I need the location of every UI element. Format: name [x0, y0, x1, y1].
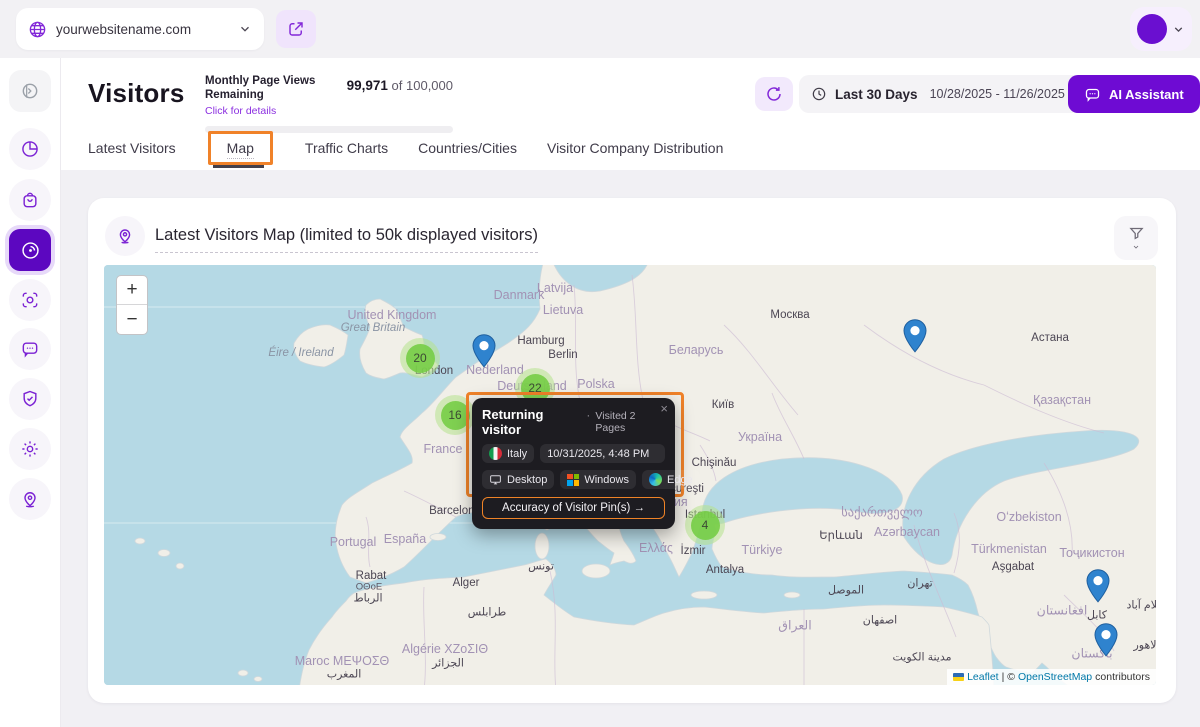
- map-zoom-control: + −: [116, 275, 148, 335]
- sidebar-item-collapse[interactable]: [9, 70, 51, 112]
- sidebar-item-visitors-active[interactable]: [5, 225, 55, 275]
- pageviews-details-link[interactable]: Click for details: [205, 105, 347, 117]
- ai-chat-icon: [1084, 86, 1101, 103]
- open-website-button[interactable]: [276, 10, 316, 48]
- visitor-pin-marker[interactable]: [1094, 623, 1118, 657]
- visitors-map[interactable]: LatvijaLietuvaDanmarkUnited KingdomGreat…: [104, 265, 1156, 685]
- globe-icon: [28, 20, 47, 39]
- popup-pages-visited: Visited 2 Pages: [595, 410, 665, 434]
- ukraine-flag-icon: [953, 673, 964, 681]
- leaflet-link[interactable]: Leaflet: [967, 671, 999, 683]
- cluster-marker[interactable]: 20: [400, 338, 440, 378]
- map-filter-button[interactable]: [1114, 216, 1158, 260]
- range-dates: 10/28/2025 - 11/26/2025: [930, 87, 1065, 101]
- tab-visitor-company-distribution[interactable]: Visitor Company Distribution: [547, 140, 723, 156]
- pageviews-value: 99,971 of 100,000: [347, 78, 453, 93]
- visitors-radar-icon: [20, 240, 41, 261]
- pageviews-label: Monthly Page Views Remaining: [205, 74, 347, 103]
- analytics-app: yourwebsitename.com: [0, 0, 1200, 727]
- accuracy-of-visitor-pins-button[interactable]: Accuracy of Visitor Pin(s) →: [482, 497, 665, 519]
- tab-map[interactable]: Map: [227, 140, 254, 159]
- chevron-down-icon: [238, 22, 252, 36]
- account-menu[interactable]: [1130, 7, 1192, 51]
- external-link-icon: [287, 20, 305, 38]
- range-label: Last 30 Days: [835, 87, 918, 102]
- map-card-title: Latest Visitors Map (limited to 50k disp…: [155, 226, 538, 253]
- popup-browser-chip: Edge: [642, 470, 700, 489]
- website-selector[interactable]: yourwebsitename.com: [16, 8, 264, 50]
- cluster-count: 4: [691, 511, 720, 540]
- sidebar-item-locations[interactable]: [9, 478, 51, 520]
- visitor-pin-marker[interactable]: [472, 334, 496, 368]
- annotation-box-popup: × Returning visitor · Visited 2 Pages It…: [466, 392, 684, 497]
- page-header: Visitors Monthly Page Views Remaining Cl…: [61, 58, 1200, 170]
- sidebar-item-chat[interactable]: [9, 328, 51, 370]
- tab-latest-visitors[interactable]: Latest Visitors: [88, 140, 176, 156]
- refresh-button[interactable]: [755, 77, 793, 111]
- chevron-down-icon: [1131, 243, 1141, 251]
- sidebar-item-store[interactable]: [9, 179, 51, 221]
- map-card: Latest Visitors Map (limited to 50k disp…: [88, 198, 1176, 703]
- italy-flag-icon: [489, 447, 502, 460]
- settings-gear-icon: [20, 439, 40, 459]
- visitor-pin-marker[interactable]: [903, 319, 927, 353]
- popup-os-chip: Windows: [560, 470, 636, 489]
- ai-assistant-button[interactable]: AI Assistant: [1068, 75, 1200, 113]
- sidebar-item-settings[interactable]: [9, 428, 51, 470]
- visitor-pin-marker[interactable]: [1086, 569, 1110, 603]
- popup-datetime-chip: 10/31/2025, 4:48 PM: [540, 444, 665, 463]
- date-range-selector[interactable]: Last 30 Days 10/28/2025 - 11/26/2025: [799, 75, 1096, 113]
- panel-toggle-icon: [20, 81, 40, 101]
- pageviews-quota: Monthly Page Views Remaining Click for d…: [205, 74, 453, 133]
- shopping-bag-icon: [20, 190, 40, 210]
- windows-logo-icon: [567, 474, 579, 486]
- content-area: Latest Visitors Map (limited to 50k disp…: [61, 170, 1200, 727]
- topbar: yourwebsitename.com: [0, 0, 1200, 58]
- map-pin-badge: [105, 216, 145, 256]
- popup-visitor-type: Returning visitor: [482, 407, 581, 437]
- tab-traffic-charts[interactable]: Traffic Charts: [305, 140, 388, 156]
- popup-country-chip: Italy: [482, 444, 534, 463]
- openstreetmap-link[interactable]: OpenStreetMap: [1018, 671, 1092, 683]
- filter-funnel-icon: [1128, 225, 1145, 242]
- location-pin-icon: [20, 489, 40, 509]
- tab-countries-cities[interactable]: Countries/Cities: [418, 140, 517, 156]
- cluster-count: 20: [406, 344, 435, 373]
- sidebar-item-security[interactable]: [9, 378, 51, 420]
- sidebar-nav: [0, 58, 61, 727]
- close-icon[interactable]: ×: [660, 402, 668, 415]
- website-name: yourwebsitename.com: [56, 22, 229, 37]
- page-title: Visitors: [88, 78, 185, 109]
- pie-chart-icon: [20, 139, 40, 159]
- monitor-icon: [489, 473, 502, 486]
- sidebar-item-dashboard[interactable]: [9, 128, 51, 170]
- chat-icon: [20, 339, 40, 359]
- shield-check-icon: [20, 389, 40, 409]
- popup-device-chip: Desktop: [482, 470, 554, 489]
- visitor-popup: × Returning visitor · Visited 2 Pages It…: [472, 398, 675, 529]
- visitors-tabs: Latest Visitors Map Traffic Charts Count…: [88, 140, 723, 156]
- edge-logo-icon: [649, 473, 662, 486]
- map-attribution: Leaflet | © OpenStreetMap contributors: [947, 669, 1156, 685]
- sidebar-item-sessions[interactable]: [9, 279, 51, 321]
- zoom-in-button[interactable]: +: [117, 276, 147, 305]
- refresh-icon: [765, 85, 783, 103]
- chevron-down-icon: [1172, 23, 1185, 36]
- zoom-out-button[interactable]: −: [117, 305, 147, 334]
- clock-icon: [811, 86, 827, 102]
- annotation-box-map-tab: Map: [208, 131, 273, 165]
- avatar: [1137, 14, 1167, 44]
- cluster-marker[interactable]: 4: [685, 505, 725, 545]
- focus-scan-icon: [20, 290, 40, 310]
